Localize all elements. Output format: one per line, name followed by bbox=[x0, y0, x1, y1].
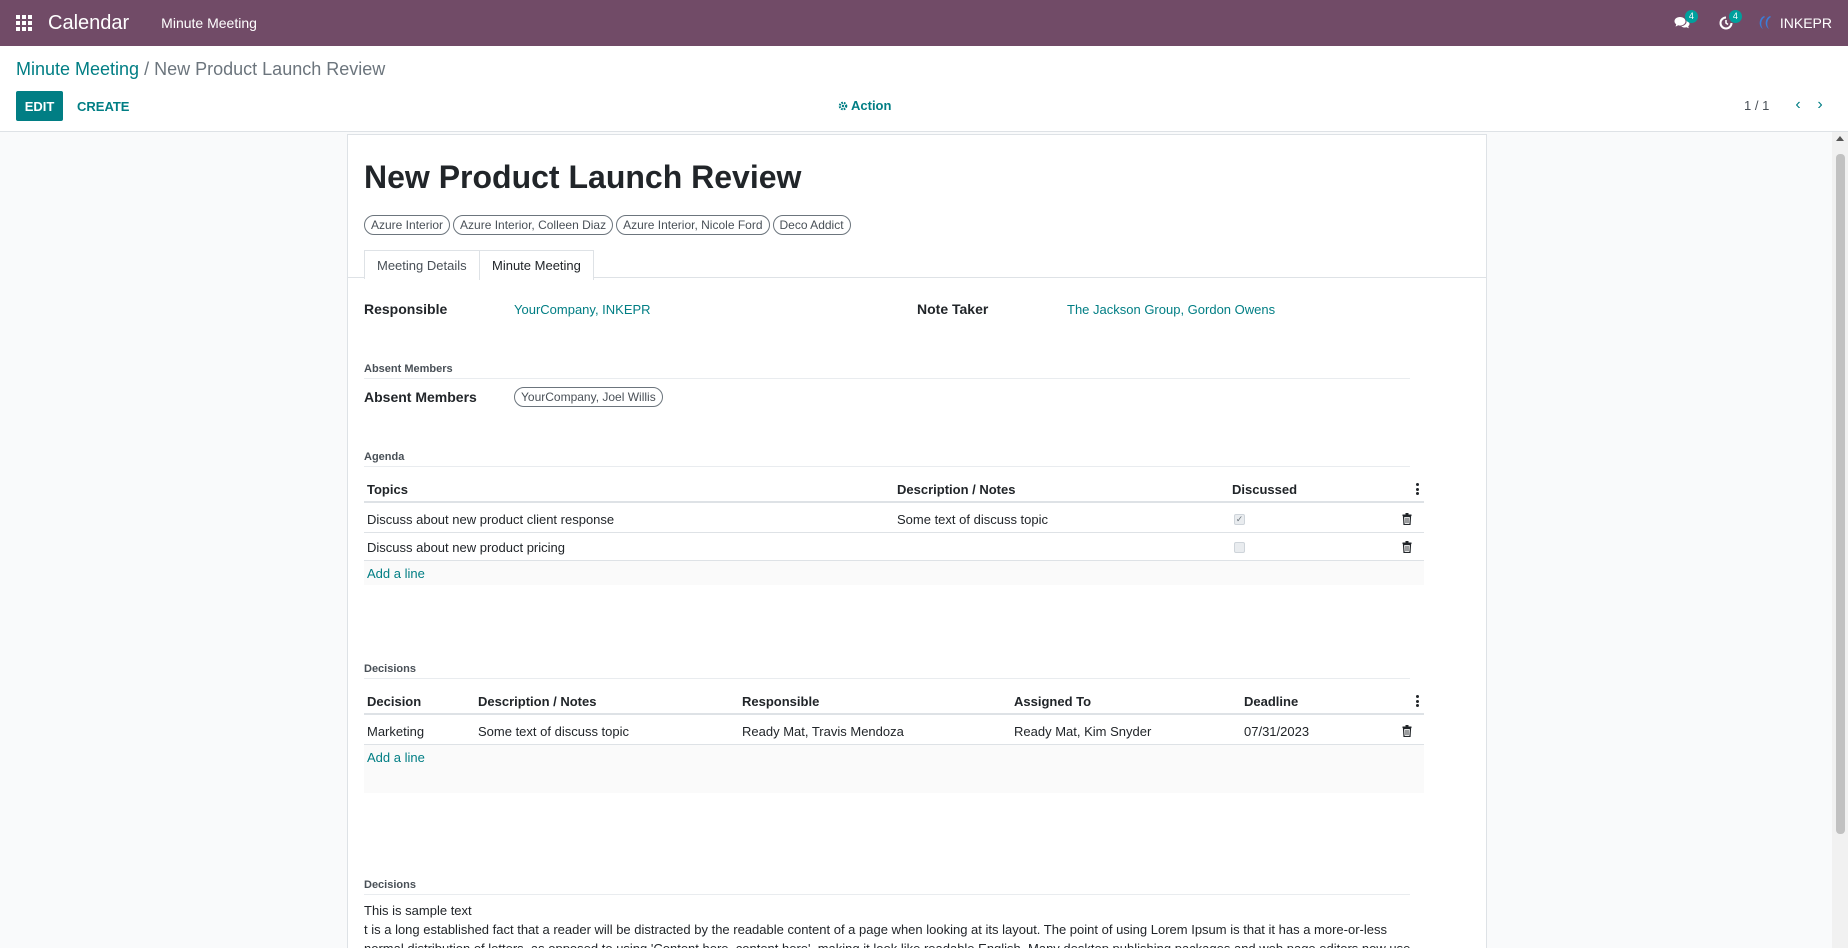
decisions-add-line-link[interactable]: Add a line bbox=[367, 750, 425, 765]
agenda-topic: Discuss about new product pricing bbox=[367, 539, 565, 555]
agenda-row[interactable]: Discuss about new product client respons… bbox=[364, 505, 1424, 533]
scrollbar-thumb[interactable] bbox=[1836, 154, 1845, 834]
attendee-tags: Azure Interior Azure Interior, Colleen D… bbox=[364, 215, 854, 235]
agenda-table: Topics Description / Notes Discussed Dis… bbox=[364, 475, 1424, 585]
trash-icon[interactable] bbox=[1402, 513, 1412, 525]
user-menu[interactable]: INKEPR bbox=[1748, 14, 1848, 32]
control-panel: Minute Meeting / New Product Launch Revi… bbox=[0, 46, 1848, 132]
decisions-table-header: Decision Description / Notes Responsible… bbox=[364, 687, 1424, 715]
column-header-deadline[interactable]: Deadline bbox=[1244, 687, 1298, 715]
tab-minute-meeting[interactable]: Minute Meeting bbox=[479, 250, 594, 280]
notes-line: normal distribution of letters, as oppos… bbox=[364, 939, 1424, 948]
responsible-link[interactable]: YourCompany, INKEPR bbox=[514, 302, 651, 317]
decisions-table: Decision Description / Notes Responsible… bbox=[364, 687, 1424, 797]
pager-next-button[interactable]: › bbox=[1810, 94, 1830, 116]
edit-button[interactable]: EDIT bbox=[16, 91, 63, 121]
absent-members-section-title: Absent Members bbox=[364, 363, 453, 375]
app-name[interactable]: Calendar bbox=[48, 12, 129, 35]
agenda-section-title: Agenda bbox=[364, 451, 405, 463]
agenda-add-line-row: Add a line bbox=[364, 561, 1424, 585]
create-button[interactable]: CREATE bbox=[71, 91, 135, 121]
breadcrumb: Minute Meeting / New Product Launch Revi… bbox=[16, 59, 385, 80]
discussed-checkbox[interactable] bbox=[1234, 541, 1245, 553]
pager-value[interactable]: 1 / 1 bbox=[1744, 98, 1769, 113]
tab-meeting-details[interactable]: Meeting Details bbox=[364, 250, 480, 279]
decisions-section-title: Decisions bbox=[364, 663, 416, 675]
discussed-checkbox[interactable]: ✓ bbox=[1234, 513, 1245, 525]
optional-columns-icon[interactable] bbox=[1415, 695, 1419, 707]
user-name: INKEPR bbox=[1779, 15, 1832, 31]
responsible-label: Responsible bbox=[364, 301, 448, 317]
breadcrumb-parent-link[interactable]: Minute Meeting bbox=[16, 59, 139, 79]
page-scrollbar[interactable] bbox=[1832, 132, 1848, 948]
note-taker-link[interactable]: The Jackson Group, Gordon Owens bbox=[1067, 302, 1275, 317]
section-divider bbox=[364, 894, 1410, 895]
decision-notes: Some text of discuss topic bbox=[478, 723, 630, 739]
activities-count-badge: 4 bbox=[1728, 10, 1742, 23]
messages-count-badge: 4 bbox=[1684, 10, 1698, 23]
notes-line: t is a long established fact that a read… bbox=[364, 922, 1388, 937]
chevron-right-icon: › bbox=[1817, 96, 1823, 113]
messages-button[interactable]: 4 bbox=[1660, 0, 1704, 46]
decisions-notes-text[interactable]: This is sample text t is a long establis… bbox=[364, 901, 1424, 948]
column-header-topics[interactable]: Topics bbox=[367, 475, 408, 503]
action-label: Action bbox=[851, 98, 892, 113]
agenda-topic: Discuss about new product client respons… bbox=[367, 511, 615, 527]
trash-icon[interactable] bbox=[1402, 725, 1412, 737]
agenda-add-line-link[interactable]: Add a line bbox=[367, 566, 425, 581]
attendee-tag[interactable]: Azure Interior, Colleen Diaz bbox=[453, 215, 614, 235]
decisions-notes-section-title: Decisions bbox=[364, 879, 416, 891]
chevron-left-icon: ‹ bbox=[1795, 96, 1801, 113]
decision-row[interactable]: Marketing Some text of discuss topic Rea… bbox=[364, 717, 1424, 745]
column-header-discussed[interactable]: Discussed bbox=[1232, 475, 1297, 503]
section-divider bbox=[364, 378, 1410, 379]
breadcrumb-separator: / bbox=[144, 59, 150, 79]
decision-name: Marketing bbox=[367, 723, 425, 739]
apps-menu-icon[interactable] bbox=[0, 0, 48, 46]
trash-icon[interactable] bbox=[1402, 541, 1412, 553]
action-dropdown[interactable]: Action bbox=[838, 98, 891, 113]
decision-deadline: 07/31/2023 bbox=[1244, 723, 1310, 739]
agenda-table-header: Topics Description / Notes Discussed bbox=[364, 475, 1424, 503]
menu-minute-meeting[interactable]: Minute Meeting bbox=[161, 15, 257, 31]
column-header-decision[interactable]: Decision bbox=[367, 687, 421, 715]
optional-columns-icon[interactable] bbox=[1415, 483, 1419, 495]
gear-icon bbox=[838, 101, 848, 110]
attendee-tag[interactable]: Deco Addict bbox=[772, 215, 851, 235]
agenda-notes: Some text of discuss topic bbox=[897, 511, 1049, 527]
empty-row bbox=[364, 769, 1424, 793]
decisions-add-line-row: Add a line bbox=[364, 745, 1424, 769]
decision-responsible: Ready Mat, Travis Mendoza bbox=[742, 723, 904, 739]
section-divider bbox=[364, 678, 1410, 679]
record-title: New Product Launch Review bbox=[364, 159, 802, 195]
form-tabs: Meeting Details Minute Meeting bbox=[348, 250, 1486, 280]
column-header-description[interactable]: Description / Notes bbox=[478, 687, 596, 715]
note-taker-label: Note Taker bbox=[917, 301, 989, 317]
absent-members-label: Absent Members bbox=[364, 389, 477, 405]
decision-assigned-to: Ready Mat, Kim Snyder bbox=[1014, 723, 1152, 739]
pager-previous-button[interactable]: ‹ bbox=[1788, 94, 1808, 116]
attendee-tag[interactable]: Azure Interior, Nicole Ford bbox=[616, 215, 770, 235]
column-header-assigned-to[interactable]: Assigned To bbox=[1014, 687, 1091, 715]
form-sheet: New Product Launch Review Azure Interior… bbox=[347, 134, 1487, 948]
section-divider bbox=[364, 466, 1410, 467]
top-navbar: Calendar Minute Meeting 4 4 INKEPR bbox=[0, 0, 1848, 46]
attendee-tag[interactable]: Azure Interior bbox=[364, 215, 451, 235]
column-header-responsible[interactable]: Responsible bbox=[742, 687, 819, 715]
column-header-description[interactable]: Description / Notes bbox=[897, 475, 1015, 503]
breadcrumb-current: New Product Launch Review bbox=[154, 59, 386, 79]
scroll-up-icon[interactable] bbox=[1836, 136, 1844, 141]
company-logo-icon bbox=[1759, 16, 1771, 29]
notes-line: This is sample text bbox=[364, 903, 472, 918]
absent-member-tag[interactable]: YourCompany, Joel Willis bbox=[514, 387, 663, 407]
activities-button[interactable]: 4 bbox=[1704, 0, 1748, 46]
agenda-row[interactable]: Discuss about new product pricing bbox=[364, 533, 1424, 561]
